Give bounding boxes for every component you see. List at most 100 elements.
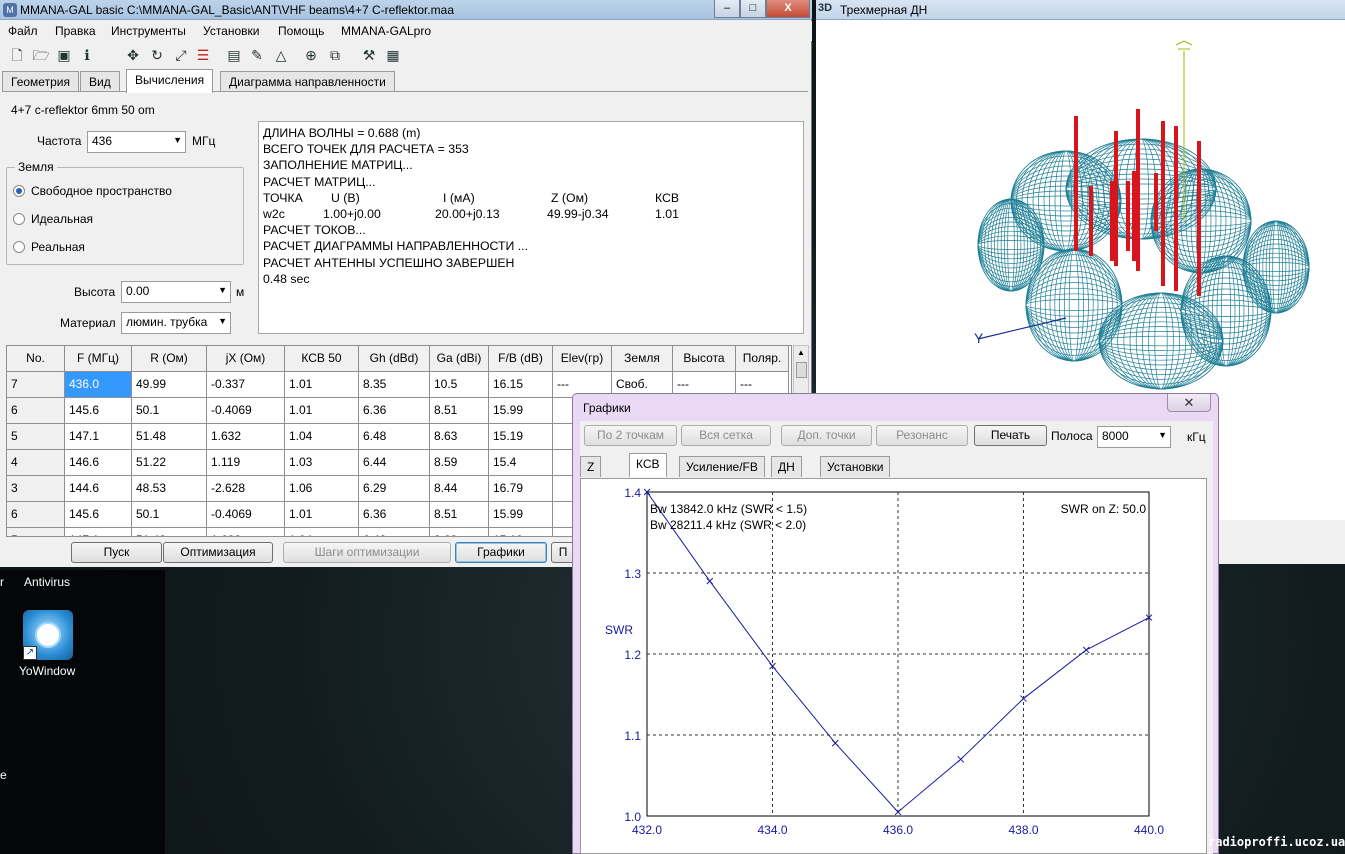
info-icon[interactable]: ℹ	[78, 46, 96, 64]
table-cell[interactable]: 6	[7, 502, 65, 528]
table-cell[interactable]: 1.01	[285, 502, 359, 528]
tab-gain-fb[interactable]: Усиление/FB	[679, 456, 765, 477]
table-header-cell[interactable]: КСВ 50	[285, 346, 359, 372]
radio-real[interactable]: Реальная	[13, 240, 85, 254]
table-cell[interactable]: 50.1	[132, 502, 207, 528]
table-cell[interactable]: 1.01	[285, 372, 359, 398]
table-cell[interactable]: 51.48	[132, 424, 207, 450]
height-combo[interactable]: 0.00 ▼	[121, 281, 231, 303]
save-icon[interactable]: ▣	[55, 46, 73, 64]
table-cell[interactable]: 3	[7, 476, 65, 502]
minimize-button[interactable]: –	[714, 0, 740, 18]
open-folder-icon[interactable]: 🗁	[32, 46, 50, 64]
table-cell[interactable]: 6.36	[359, 398, 430, 424]
table-cell[interactable]: 6.29	[359, 476, 430, 502]
resonance-button[interactable]: Резонанс	[876, 425, 968, 446]
target-icon[interactable]: ⊕	[302, 46, 320, 64]
triangle-icon[interactable]: △	[272, 46, 290, 64]
table-cell[interactable]: 15.19	[489, 424, 553, 450]
material-combo[interactable]: люмин. трубка ▼	[121, 312, 231, 334]
print-button[interactable]: Печать	[974, 425, 1047, 446]
tools-icon[interactable]: ⚒	[360, 46, 378, 64]
table-cell[interactable]: 147.1	[65, 424, 132, 450]
menu-mmana-pro[interactable]: MMANA-GALpro	[341, 24, 431, 38]
tab-radiation-pattern[interactable]: Диаграмма направленности	[220, 71, 395, 92]
table-cell[interactable]: 10.5	[430, 372, 489, 398]
table-cell[interactable]: 145.6	[65, 502, 132, 528]
table-cell[interactable]: 48.53	[132, 476, 207, 502]
table-cell[interactable]: -0.337	[207, 372, 285, 398]
table-cell[interactable]: 15.99	[489, 502, 553, 528]
table-cell-selected[interactable]: 436.0	[65, 372, 132, 398]
split-icon[interactable]: ☰	[194, 46, 212, 64]
table-cell[interactable]: 146.6	[65, 450, 132, 476]
move-icon[interactable]: ✥	[124, 46, 142, 64]
table-cell[interactable]: 8.35	[359, 372, 430, 398]
table-header-cell[interactable]: Ga (dBi)	[430, 346, 489, 372]
optimization-steps-button[interactable]: Шаги оптимизации	[283, 542, 451, 563]
table-header-cell[interactable]: Поляр.	[736, 346, 789, 372]
tab-settings[interactable]: Установки	[820, 456, 891, 477]
scroll-up-icon[interactable]: ▲	[794, 346, 808, 360]
table-cell[interactable]: 1.06	[285, 476, 359, 502]
table-cell[interactable]: 1.04	[285, 424, 359, 450]
table-cell[interactable]: 144.6	[65, 476, 132, 502]
tab-swr[interactable]: КСВ	[629, 453, 667, 477]
table-cell[interactable]: 8.59	[430, 450, 489, 476]
optimize-button[interactable]: Оптимизация	[163, 542, 273, 563]
table-cell[interactable]: -0.4069	[207, 502, 285, 528]
page-icon[interactable]: ▤	[225, 46, 243, 64]
calculator-icon[interactable]: ▦	[384, 46, 402, 64]
table-cell[interactable]: 5	[7, 424, 65, 450]
tab-calculations[interactable]: Вычисления	[126, 69, 214, 93]
desktop-label-yowindow[interactable]: YoWindow	[19, 664, 75, 678]
table-cell[interactable]: 6.48	[359, 528, 430, 536]
menu-file[interactable]: Файл	[8, 24, 38, 38]
table-header-cell[interactable]: Земля	[612, 346, 673, 372]
pen-icon[interactable]: ✎	[248, 46, 266, 64]
table-cell[interactable]: 49.99	[132, 372, 207, 398]
table-cell[interactable]: 1.04	[285, 528, 359, 536]
table-cell[interactable]: 16.79	[489, 476, 553, 502]
new-file-icon[interactable]: 🗋	[8, 46, 26, 64]
table-cell[interactable]: 16.15	[489, 372, 553, 398]
table-cell[interactable]: 6.36	[359, 502, 430, 528]
table-cell[interactable]: 50.1	[132, 398, 207, 424]
yowindow-icon[interactable]: ↗	[23, 610, 73, 660]
scale-icon[interactable]: ⤢	[172, 46, 190, 64]
table-header-cell[interactable]: Высота	[673, 346, 736, 372]
close-button[interactable]: X	[766, 0, 810, 18]
tab-z[interactable]: Z	[580, 456, 602, 477]
table-cell[interactable]: 8.63	[430, 424, 489, 450]
desktop-label-antivirus[interactable]: Antivirus	[24, 575, 70, 589]
scroll-thumb[interactable]	[796, 362, 807, 378]
table-cell[interactable]: 145.6	[65, 398, 132, 424]
table-cell[interactable]: 1.632	[207, 424, 285, 450]
tab-view[interactable]: Вид	[80, 71, 120, 92]
extra-points-button[interactable]: Доп. точки	[781, 425, 872, 446]
table-header-cell[interactable]: R (Ом)	[132, 346, 207, 372]
menu-tools[interactable]: Инструменты	[111, 24, 186, 38]
table-cell[interactable]: 6.48	[359, 424, 430, 450]
table-cell[interactable]: 7	[7, 372, 65, 398]
table-cell[interactable]: 1.119	[207, 450, 285, 476]
main-titlebar[interactable]: M MMANA-GAL basic C:\MMANA-GAL_Basic\ANT…	[0, 0, 812, 20]
table-cell[interactable]: 51.22	[132, 450, 207, 476]
by-2-points-button[interactable]: По 2 точкам	[584, 425, 677, 446]
table-cell[interactable]: 15.99	[489, 398, 553, 424]
table-cell[interactable]: 1.03	[285, 450, 359, 476]
table-cell[interactable]: 8.51	[430, 502, 489, 528]
table-cell[interactable]: 8.44	[430, 476, 489, 502]
calculation-log[interactable]: ДЛИНА ВОЛНЫ = 0.688 (m) ВСЕГО ТОЧЕК ДЛЯ …	[258, 121, 804, 334]
table-header-cell[interactable]: jX (Ом)	[207, 346, 285, 372]
tab-pattern[interactable]: ДН	[771, 456, 802, 477]
table-cell[interactable]: 147.1	[65, 528, 132, 536]
table-cell[interactable]: 1.01	[285, 398, 359, 424]
table-header-cell[interactable]: No.	[7, 346, 65, 372]
table-cell[interactable]: 51.48	[132, 528, 207, 536]
table-cell[interactable]: 4	[7, 450, 65, 476]
pattern-3d-titlebar[interactable]: 3D Трехмерная ДН	[816, 0, 1345, 20]
radio-free-space[interactable]: Свободное пространство	[13, 184, 172, 198]
rotate-icon[interactable]: ↻	[148, 46, 166, 64]
menu-help[interactable]: Помощь	[278, 24, 324, 38]
